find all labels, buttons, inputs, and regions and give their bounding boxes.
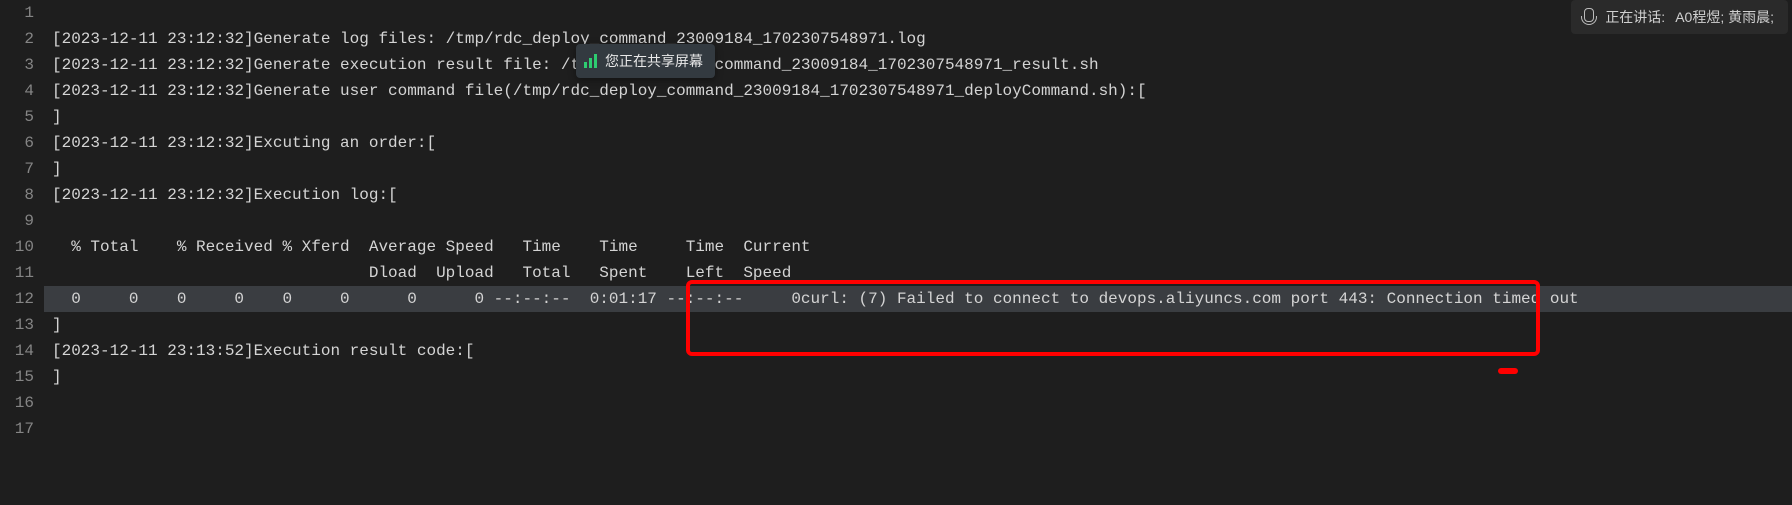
code-line: [2023-12-11 23:12:32]Generate log files:… — [52, 26, 1792, 52]
line-number: 14 — [0, 338, 34, 364]
line-number: 10 — [0, 234, 34, 260]
code-line: [2023-12-11 23:13:52]Execution result co… — [52, 338, 1792, 364]
speaking-names: A0程煜; 黄雨晨; — [1675, 4, 1774, 30]
code-line: % Total % Received % Xferd Average Speed… — [52, 234, 1792, 260]
screen-share-indicator[interactable]: 您正在共享屏幕 — [576, 44, 715, 78]
code-line: ] — [52, 156, 1792, 182]
code-line — [52, 0, 1792, 26]
speaking-label: 正在讲话: — [1605, 4, 1665, 30]
code-line: Dload Upload Total Spent Left Speed — [52, 260, 1792, 286]
code-line — [52, 416, 1792, 442]
line-number: 5 — [0, 104, 34, 130]
line-number: 11 — [0, 260, 34, 286]
line-number: 7 — [0, 156, 34, 182]
line-number: 13 — [0, 312, 34, 338]
line-number: 2 — [0, 26, 34, 52]
microphone-icon — [1581, 8, 1595, 26]
screen-share-label: 您正在共享屏幕 — [605, 48, 703, 74]
line-number: 15 — [0, 364, 34, 390]
code-line: [2023-12-11 23:12:32]Excuting an order:[ — [52, 130, 1792, 156]
line-number: 4 — [0, 78, 34, 104]
code-line: [2023-12-11 23:12:32]Generate execution … — [52, 52, 1792, 78]
line-number: 3 — [0, 52, 34, 78]
code-line: ] — [52, 364, 1792, 390]
speaking-hud[interactable]: 正在讲话: A0程煜; 黄雨晨; — [1571, 0, 1788, 34]
code-editor[interactable]: 1234567891011121314151617 [2023-12-11 23… — [0, 0, 1792, 505]
line-number: 6 — [0, 130, 34, 156]
line-number: 16 — [0, 390, 34, 416]
line-number: 12 — [0, 286, 34, 312]
signal-bars-icon — [584, 54, 597, 68]
code-line: ] — [52, 312, 1792, 338]
code-line: [2023-12-11 23:12:32]Execution log:[ — [52, 182, 1792, 208]
code-line — [52, 390, 1792, 416]
line-number: 9 — [0, 208, 34, 234]
line-number-gutter: 1234567891011121314151617 — [0, 0, 52, 505]
line-number: 1 — [0, 0, 34, 26]
annotation-mark — [1498, 368, 1518, 374]
line-number: 17 — [0, 416, 34, 442]
code-content[interactable]: [2023-12-11 23:12:32]Generate log files:… — [52, 0, 1792, 505]
code-line: [2023-12-11 23:12:32]Generate user comma… — [52, 78, 1792, 104]
line-number: 8 — [0, 182, 34, 208]
code-line: 0 0 0 0 0 0 0 0 --:--:-- 0:01:17 --:--:-… — [44, 286, 1792, 312]
code-line — [52, 208, 1792, 234]
code-line: ] — [52, 104, 1792, 130]
